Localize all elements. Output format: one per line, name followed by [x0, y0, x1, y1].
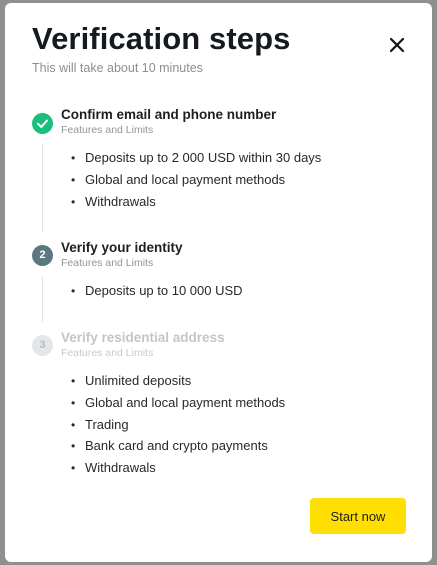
step-connector	[42, 144, 43, 232]
bullet: •	[71, 151, 76, 165]
feature-label: Bank card and crypto payments	[85, 438, 268, 453]
bullet: •	[71, 461, 76, 475]
feature-item: • Global and local payment methods	[71, 395, 285, 410]
checkmark-icon	[32, 113, 53, 134]
step-title: Confirm email and phone number	[61, 107, 277, 122]
bullet: •	[71, 173, 76, 187]
step-subtitle: Features and Limits	[61, 257, 154, 269]
bullet: •	[71, 418, 76, 432]
step-title: Verify your identity	[61, 240, 183, 255]
feature-item: • Withdrawals	[71, 194, 156, 209]
step-subtitle: Features and Limits	[61, 124, 154, 136]
step-number-badge: 2	[32, 245, 53, 266]
verification-modal: Verification steps This will take about …	[5, 3, 432, 562]
step-title: Verify residential address	[61, 330, 225, 345]
feature-item: • Deposits up to 2 000 USD within 30 days	[71, 150, 321, 165]
feature-label: Global and local payment methods	[85, 395, 286, 410]
feature-label: Withdrawals	[85, 460, 156, 475]
bullet: •	[71, 374, 76, 388]
feature-item: • Unlimited deposits	[71, 373, 191, 388]
feature-item: • Deposits up to 10 000 USD	[71, 283, 243, 298]
feature-item: • Trading	[71, 417, 129, 432]
feature-item: • Bank card and crypto payments	[71, 438, 268, 453]
step-number: 2	[39, 249, 46, 261]
close-icon[interactable]	[386, 34, 408, 56]
feature-label: Deposits up to 10 000 USD	[85, 283, 243, 298]
start-now-button[interactable]: Start now	[310, 498, 406, 534]
feature-item: • Global and local payment methods	[71, 172, 285, 187]
bullet: •	[71, 439, 76, 453]
bullet: •	[71, 284, 76, 298]
modal-title: Verification steps	[32, 21, 291, 56]
feature-label: Trading	[85, 417, 129, 432]
feature-label: Unlimited deposits	[85, 373, 192, 388]
step-connector	[42, 276, 43, 322]
feature-item: • Withdrawals	[71, 460, 156, 475]
feature-label: Global and local payment methods	[85, 172, 286, 187]
step-number: 3	[39, 339, 46, 351]
bullet: •	[71, 396, 76, 410]
feature-label: Deposits up to 2 000 USD within 30 days	[85, 150, 322, 165]
feature-label: Withdrawals	[85, 194, 156, 209]
modal-subtitle: This will take about 10 minutes	[32, 61, 203, 75]
step-subtitle: Features and Limits	[61, 347, 154, 359]
bullet: •	[71, 195, 76, 209]
step-number-badge: 3	[32, 335, 53, 356]
